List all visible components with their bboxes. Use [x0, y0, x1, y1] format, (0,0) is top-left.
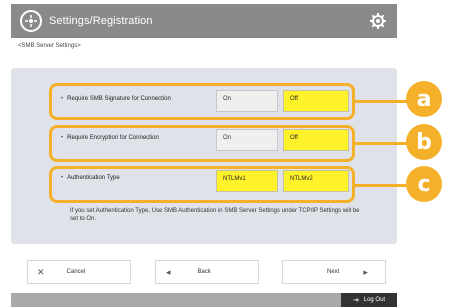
back-label: Back — [197, 269, 211, 275]
callout-badge-b: b — [406, 124, 442, 160]
settings-registration-icon — [20, 10, 42, 32]
require-smb-signature-label: Require SMB Signature for Connection — [67, 96, 171, 102]
arrow-left-icon: ◂ — [166, 266, 171, 277]
logout-button[interactable]: ⇥ Log Out — [341, 293, 397, 307]
ntlmv2-button[interactable]: NTLMv2 — [283, 170, 349, 192]
page-title: Settings/Registration — [49, 15, 153, 27]
callout-badge-c: c — [406, 166, 442, 202]
cancel-label: Cancel — [66, 269, 86, 275]
logout-label: Log Out — [363, 297, 386, 303]
row-label: • Authentication Type — [61, 175, 120, 181]
callout-line-a — [355, 100, 407, 103]
next-label: Next — [327, 269, 340, 275]
row-label: • Require Encryption for Connection — [61, 135, 159, 141]
close-icon: ✕ — [37, 266, 45, 277]
require-smb-signature-on-button[interactable]: On — [216, 90, 278, 112]
callout-line-b — [355, 142, 407, 145]
back-button[interactable]: ◂ Back — [155, 260, 259, 284]
callout-line-c — [355, 184, 407, 187]
gear-icon[interactable] — [369, 12, 387, 30]
cancel-button[interactable]: ✕ Cancel — [27, 260, 131, 284]
require-smb-signature-off-button[interactable]: Off — [283, 90, 349, 112]
breadcrumb: <SMB Server Settings> — [18, 43, 81, 49]
arrow-right-icon: ▸ — [363, 266, 368, 277]
require-encryption-on-button[interactable]: On — [216, 129, 278, 151]
status-bar: ⇥ Log Out — [11, 293, 397, 307]
next-button[interactable]: Next ▸ — [282, 260, 386, 284]
require-encryption-label: Require Encryption for Connection — [67, 135, 159, 141]
title-bar: Settings/Registration — [11, 4, 397, 38]
info-note: If you set Authentication Type, Use SMB … — [70, 208, 360, 222]
callout-badge-a: a — [406, 81, 442, 117]
ntlmv1-button[interactable]: NTLMv1 — [216, 170, 278, 192]
logout-icon: ⇥ — [352, 297, 359, 304]
require-encryption-off-button[interactable]: Off — [283, 129, 349, 151]
row-label: • Require SMB Signature for Connection — [61, 96, 171, 102]
authentication-type-label: Authentication Type — [67, 175, 120, 181]
